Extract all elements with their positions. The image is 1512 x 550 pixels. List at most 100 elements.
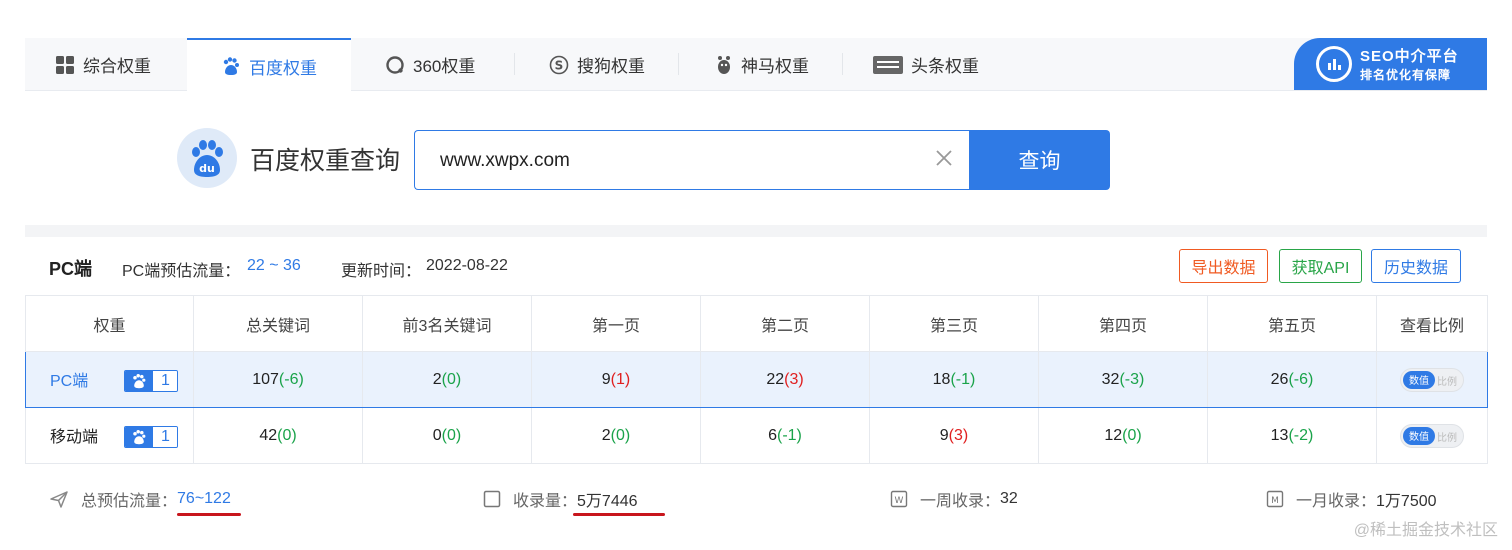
cell-value: 18: [932, 370, 951, 388]
results-footer: 总预估流量： 76~122 收录量： 5万7446 W 一周收录： 32 M 一…: [25, 467, 1487, 525]
search-section: du 百度权重查询 www.xwpx.com 查询: [25, 91, 1487, 225]
cell-delta: (0): [441, 426, 462, 444]
engine-tabs: 综合权重 百度权重 360权重 S 搜狗权重 神马权重 头条权重: [25, 38, 1487, 92]
tab-360[interactable]: 360权重: [385, 38, 515, 91]
baidu-paw-icon: [125, 371, 154, 392]
cell-delta: (0): [1122, 426, 1142, 444]
column-header: 第四页: [1038, 295, 1208, 352]
clear-icon[interactable]: [934, 148, 954, 168]
chart-search-icon: [1316, 46, 1352, 82]
tab-baidu[interactable]: 百度权重: [187, 38, 351, 92]
baidu-paw-icon: [125, 427, 154, 448]
weight-value: 1: [153, 427, 178, 448]
document-icon: [483, 490, 501, 508]
table-cell: 2(0): [531, 407, 701, 464]
svg-text:du: du: [199, 162, 215, 175]
seo-badge-subtitle: 排名优化有保障: [1360, 68, 1452, 82]
row-label-cell: PC端 1: [25, 351, 194, 408]
column-header: 第三页: [869, 295, 1039, 352]
weight-value: 1: [153, 371, 178, 392]
table-cell: 13(-2): [1207, 407, 1377, 464]
table-cell: 6(-1): [700, 407, 870, 464]
total-flow-label: 总预估流量：: [81, 493, 178, 510]
svg-text:W: W: [895, 496, 904, 506]
toutiao-icon: [873, 55, 903, 74]
table-row-mobile[interactable]: 移动端 1 42(0) 0(0) 2(0) 6(-1) 9(3) 12(0) 1…: [25, 407, 1488, 464]
cell-delta: (0): [610, 426, 631, 444]
tab-divider: [842, 53, 843, 75]
tab-toutiao[interactable]: 头条权重: [873, 38, 1003, 91]
get-api-button[interactable]: 获取API: [1279, 249, 1362, 283]
query-button[interactable]: 查询: [969, 130, 1110, 190]
row-label-cell: 移动端 1: [25, 407, 194, 464]
highlight-underline: [573, 513, 665, 516]
monthly-indexed: M 一月收录： 1万7500: [1266, 487, 1437, 511]
cell-value: 22: [766, 370, 785, 388]
row-name: PC端: [50, 372, 89, 390]
view-ratio-toggle[interactable]: 数值 比例: [1400, 367, 1464, 392]
table-row-pc[interactable]: PC端 1 107(-6) 2(0) 9(1) 22(3) 18(-1) 32(…: [25, 351, 1488, 408]
view-ratio-toggle[interactable]: 数值 比例: [1400, 423, 1464, 448]
indexed-value: 5万7446: [577, 493, 638, 510]
total-flow: 总预估流量： 76~122: [49, 487, 231, 511]
history-data-button[interactable]: 历史数据: [1371, 249, 1461, 283]
tab-label: 综合权重: [83, 57, 151, 76]
cell-value: 2: [601, 426, 611, 444]
month-label: 一月收录：: [1296, 493, 1377, 510]
grid-icon: [55, 55, 75, 75]
cell-delta: (0): [277, 426, 297, 444]
domain-search-input[interactable]: www.xwpx.com: [414, 130, 969, 190]
column-header: 查看比例: [1376, 295, 1488, 352]
cell-value: 26: [1270, 370, 1289, 388]
cell-value: 2: [432, 370, 442, 388]
tab-composite[interactable]: 综合权重: [55, 38, 195, 91]
cell-value: 0: [432, 426, 442, 444]
tab-sogou[interactable]: S 搜狗权重: [549, 38, 679, 91]
month-calendar-icon: M: [1266, 490, 1284, 508]
table-header-row: 权重 总关键词 前3名关键词 第一页 第二页 第三页 第四页 第五页 查看比例: [25, 295, 1488, 352]
column-header: 第一页: [531, 295, 701, 352]
table-cell: 12(0): [1038, 407, 1208, 464]
table-cell: 42(0): [193, 407, 363, 464]
export-data-button[interactable]: 导出数据: [1179, 249, 1268, 283]
baidu-paw-icon: [221, 56, 241, 76]
360-icon: [385, 55, 405, 75]
platform-title: PC端: [49, 259, 93, 279]
week-calendar-icon: W: [890, 490, 908, 508]
section-divider: [25, 225, 1487, 237]
seo-platform-badge[interactable]: SEO中介平台 排名优化有保障: [1294, 38, 1487, 90]
cell-delta: (1): [610, 370, 631, 388]
tab-label: 百度权重: [249, 58, 317, 78]
column-header: 第五页: [1207, 295, 1377, 352]
weight-badge: 1: [124, 426, 179, 449]
toggle-off-label: 比例: [1437, 432, 1457, 444]
column-header: 权重: [25, 295, 194, 352]
table-cell: 18(-1): [869, 351, 1039, 408]
tab-label: 搜狗权重: [577, 57, 645, 76]
column-header: 总关键词: [193, 295, 363, 352]
cell-value: 9: [601, 370, 611, 388]
cell-value: 12: [1104, 426, 1123, 444]
paper-plane-icon: [49, 489, 69, 509]
tab-shenma[interactable]: 神马权重: [715, 38, 845, 91]
cell-delta: (-3): [1119, 370, 1145, 388]
indexed-count: 收录量： 5万7446: [483, 487, 638, 511]
cell-value: 32: [1101, 370, 1120, 388]
row-name: 移动端: [50, 428, 99, 446]
tab-label: 头条权重: [911, 57, 979, 76]
cell-value: 42: [259, 426, 278, 444]
cell-delta: (-1): [777, 426, 802, 444]
table-cell: 2(0): [362, 351, 532, 408]
weight-badge: 1: [124, 370, 179, 393]
tab-divider: [514, 53, 515, 75]
cell-value: 9: [939, 426, 949, 444]
toggle-off-label: 比例: [1437, 376, 1457, 388]
update-time-label: 更新时间：: [341, 263, 422, 280]
cell-delta: (-6): [278, 370, 304, 388]
weekly-indexed: W 一周收录： 32: [890, 487, 1018, 511]
cell-delta: (3): [948, 426, 969, 444]
cell-delta: (-1): [950, 370, 976, 388]
tab-label: 神马权重: [741, 57, 809, 76]
week-value: 32: [1000, 490, 1018, 507]
column-header: 第二页: [700, 295, 870, 352]
